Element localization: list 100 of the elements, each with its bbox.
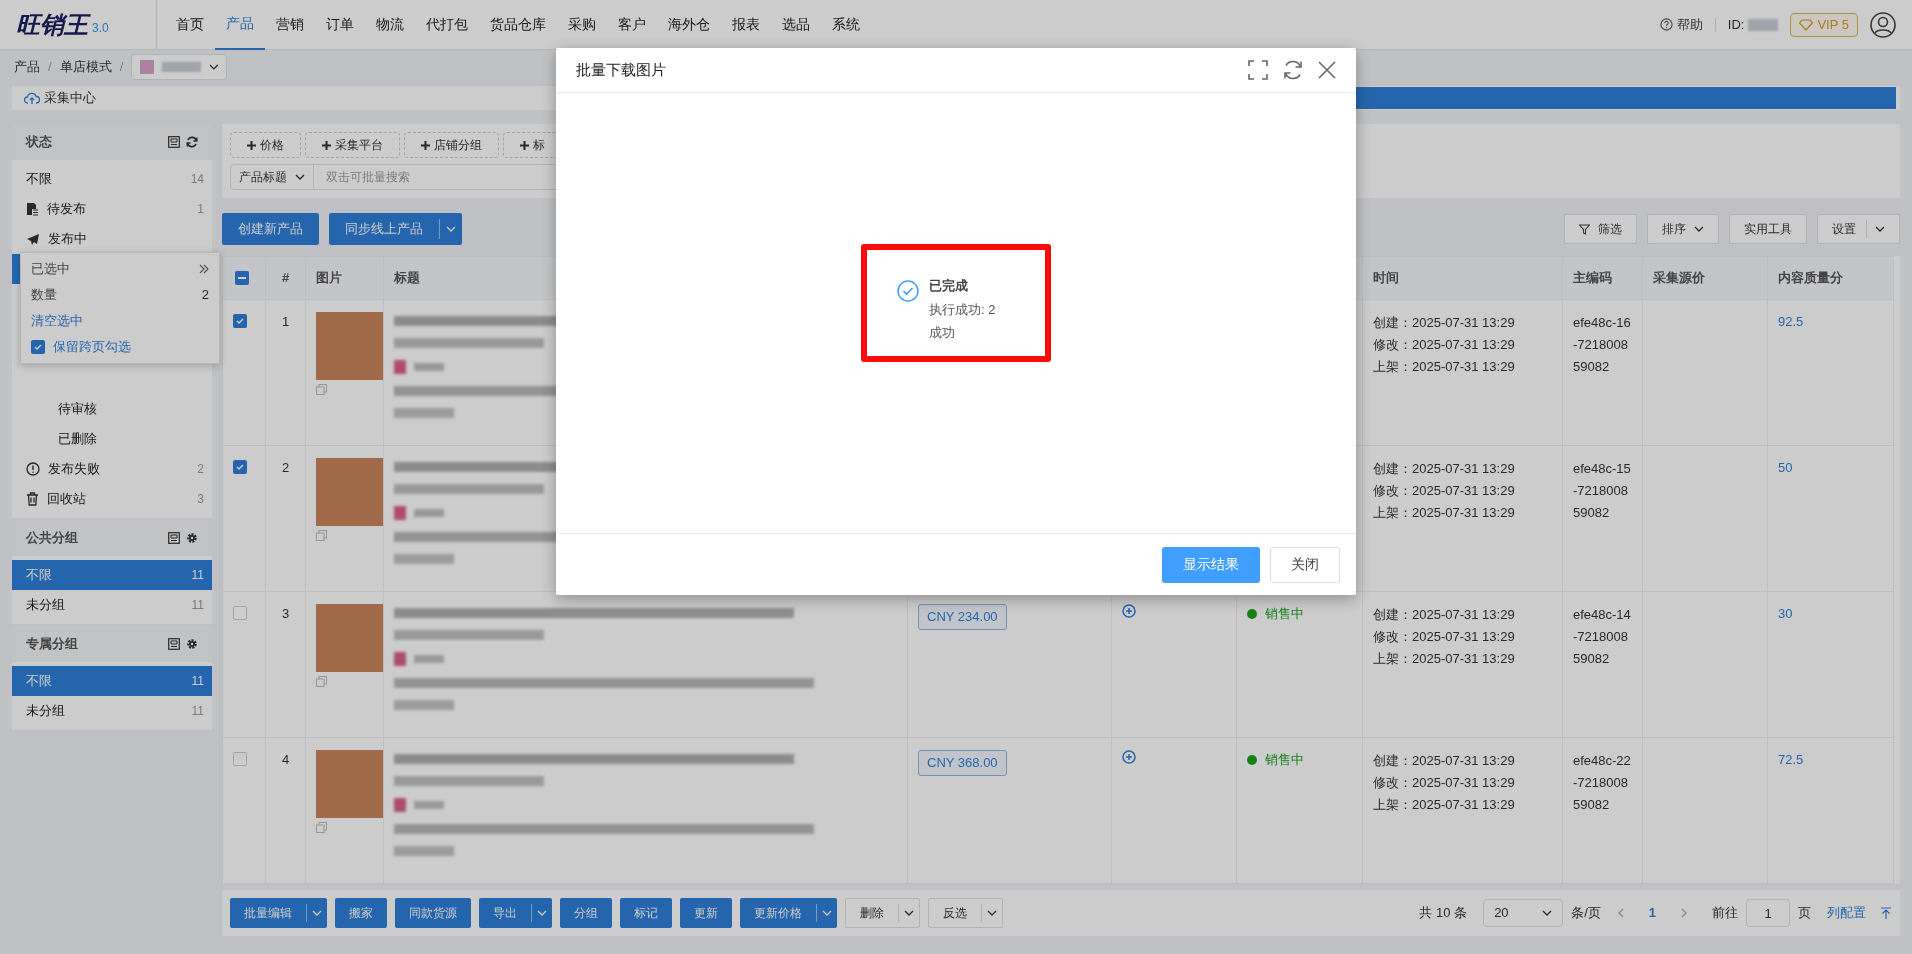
- id-label: ID:: [1727, 15, 1745, 34]
- nav-item[interactable]: 海外仓: [657, 0, 721, 50]
- toolbar-button[interactable]: 同步线上产品: [329, 213, 462, 245]
- timestamp: 创建：2025-07-31 13:29: [1373, 314, 1516, 332]
- save-icon[interactable]: [168, 136, 180, 148]
- chevron-right-icon[interactable]: [1680, 908, 1688, 918]
- nav-item[interactable]: 客户: [607, 0, 657, 50]
- fullscreen-icon[interactable]: [1248, 60, 1268, 80]
- row-checkbox[interactable]: [233, 314, 247, 328]
- help-link[interactable]: 帮助: [1659, 14, 1703, 35]
- document-icon: [26, 202, 39, 216]
- action-button[interactable]: 删除: [845, 898, 920, 928]
- sidebar-item[interactable]: 不限 11: [12, 560, 212, 590]
- save-icon[interactable]: [168, 532, 180, 544]
- sidebar-item[interactable]: 未分组 11: [12, 590, 212, 620]
- keep-selection-checkbox[interactable]: [31, 340, 45, 354]
- select-all-checkbox[interactable]: [235, 271, 249, 285]
- save-icon[interactable]: [168, 638, 180, 650]
- action-button[interactable]: 更新价格: [740, 898, 837, 928]
- refresh-icon[interactable]: [1282, 59, 1304, 81]
- sidebar-item[interactable]: 回收站 3: [12, 484, 212, 514]
- nav-item[interactable]: 营销: [265, 0, 315, 50]
- nav-item[interactable]: 报表: [721, 0, 771, 50]
- quality-score-link[interactable]: 72.5: [1778, 752, 1804, 767]
- user-avatar-icon[interactable]: [1870, 11, 1896, 38]
- goto-page-field[interactable]: 1: [1746, 899, 1790, 927]
- row-checkbox[interactable]: [233, 752, 247, 766]
- sidebar-item[interactable]: 不限 11: [12, 666, 212, 696]
- action-button[interactable]: 导出: [479, 898, 552, 928]
- page-tab[interactable]: 采集中心: [12, 88, 108, 108]
- page-unit-label: 页: [1798, 904, 1811, 923]
- action-button[interactable]: 分组: [560, 898, 612, 928]
- photo-placeholder: [316, 750, 384, 818]
- row-number: 3: [281, 606, 290, 621]
- timestamp: 修改：2025-07-31 13:29: [1373, 336, 1516, 354]
- close-icon[interactable]: [1318, 61, 1336, 79]
- add-filter-button[interactable]: 价格: [230, 132, 301, 158]
- section-title: 专属分组: [26, 635, 79, 654]
- action-button[interactable]: 反选: [928, 898, 1003, 928]
- sidebar-item[interactable]: 不限 14: [12, 164, 212, 194]
- row-checkbox[interactable]: [233, 606, 247, 620]
- caret-icon: [537, 908, 547, 918]
- chevron-left-icon[interactable]: [1616, 908, 1625, 918]
- refresh-icon[interactable]: [186, 136, 198, 148]
- nav-item[interactable]: 物流: [365, 0, 415, 50]
- sidebar-item[interactable]: 已删除: [12, 424, 212, 454]
- nav-item[interactable]: 订单: [315, 0, 365, 50]
- toolbar-button[interactable]: 实用工具: [1729, 214, 1807, 244]
- double-chevron-icon[interactable]: [199, 264, 209, 274]
- caret-icon: [312, 908, 322, 918]
- nav-item[interactable]: 首页: [165, 0, 215, 50]
- caret-icon: [1875, 224, 1885, 234]
- add-circle-icon[interactable]: [1122, 604, 1136, 618]
- settings-icon[interactable]: [186, 532, 198, 544]
- row-checkbox[interactable]: [233, 460, 247, 474]
- shop-select[interactable]: [131, 54, 228, 80]
- breadcrumb-item[interactable]: 产品: [14, 57, 40, 77]
- check-icon: [33, 342, 43, 352]
- nav-item[interactable]: 货品仓库: [479, 0, 557, 50]
- sidebar-item[interactable]: 未分组 11: [12, 696, 212, 726]
- toolbar-button[interactable]: 排序: [1647, 214, 1719, 244]
- column-settings-link[interactable]: 列配置: [1827, 903, 1866, 923]
- add-filter-button[interactable]: 采集平台: [305, 132, 400, 158]
- add-filter-button[interactable]: 店铺分组: [404, 132, 499, 158]
- dialog-button[interactable]: 关闭: [1270, 546, 1340, 583]
- nav-item[interactable]: 采购: [557, 0, 607, 50]
- breadcrumb-item[interactable]: 单店模式: [59, 57, 112, 77]
- caret-icon: [904, 908, 914, 918]
- quality-score-link[interactable]: 30: [1778, 606, 1793, 621]
- action-button[interactable]: 标记: [620, 898, 672, 928]
- page-number[interactable]: 1: [1640, 903, 1664, 923]
- page-size-select[interactable]: 20: [1483, 899, 1564, 927]
- toolbar-button[interactable]: 设置: [1817, 214, 1900, 244]
- cloud-upload-icon: [24, 91, 40, 105]
- toolbar-button[interactable]: 筛选: [1564, 214, 1637, 244]
- add-circle-icon[interactable]: [1122, 750, 1136, 764]
- toolbar-button[interactable]: 创建新产品: [222, 213, 319, 245]
- settings-icon[interactable]: [186, 638, 198, 650]
- action-button[interactable]: 同款货源: [395, 898, 471, 928]
- action-button[interactable]: 批量编辑: [230, 898, 327, 928]
- sidebar-item[interactable]: 待发布 1: [12, 194, 212, 224]
- filter-icon: [1579, 223, 1590, 235]
- quality-score-link[interactable]: 92.5: [1778, 314, 1804, 329]
- nav-item[interactable]: 代打包: [415, 0, 479, 50]
- quality-score-link[interactable]: 50: [1778, 460, 1793, 475]
- nav-item[interactable]: 系统: [821, 0, 871, 50]
- action-button[interactable]: 更新: [680, 898, 732, 928]
- column-header: 图片: [305, 256, 384, 300]
- nav-item[interactable]: 产品: [215, 0, 265, 50]
- sidebar-item[interactable]: 待审核: [12, 394, 212, 424]
- sidebar-item[interactable]: 发布失败 2: [12, 454, 212, 484]
- price-tag: CNY 368.00: [918, 750, 1007, 776]
- product-code: efe48c-22-721800859082: [1573, 752, 1632, 814]
- nav-item[interactable]: 选品: [771, 0, 821, 50]
- goto-label: 前往: [1712, 904, 1738, 923]
- sidebar-item[interactable]: 发布中: [12, 224, 212, 254]
- action-button[interactable]: 搬家: [335, 898, 387, 928]
- clear-selection-link[interactable]: 清空选中: [31, 311, 209, 331]
- scroll-top-icon[interactable]: [1880, 907, 1892, 919]
- timestamp: 创建：2025-07-31 13:29: [1373, 606, 1516, 624]
